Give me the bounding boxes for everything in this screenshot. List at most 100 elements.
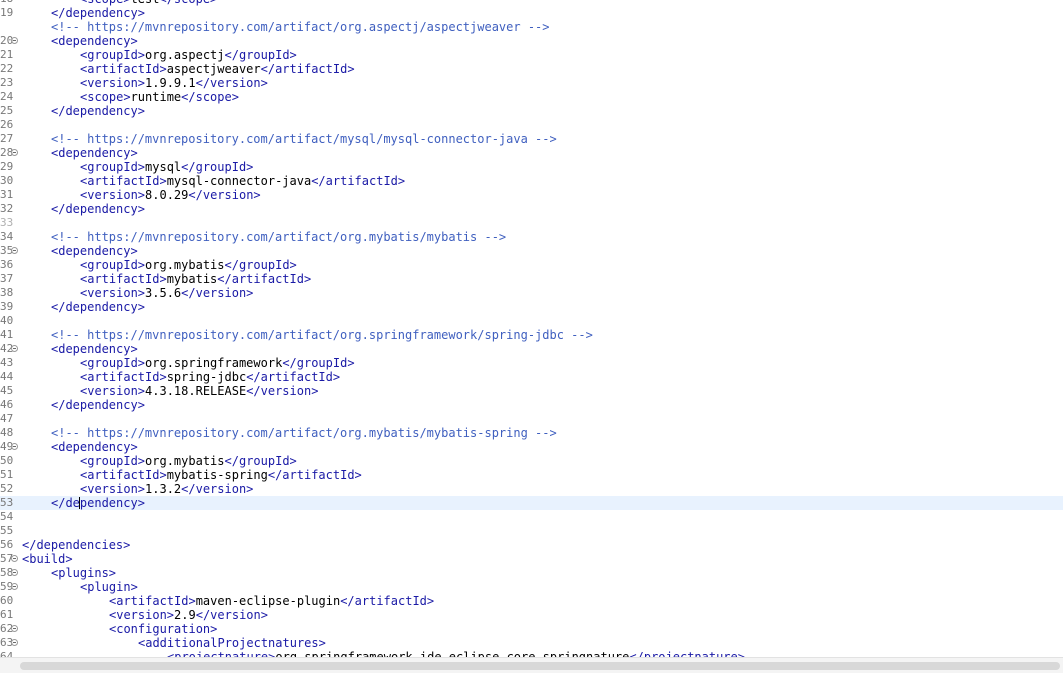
xml-comment: <!-- https://mvnrepository.com/artifact/… bbox=[51, 132, 557, 146]
xml-comment: <!-- https://mvnrepository.com/artifact/… bbox=[51, 328, 593, 342]
code-line[interactable]: 22 <artifactId>aspectjweaver</artifactId> bbox=[0, 62, 1063, 76]
xml-tag: <groupId> bbox=[80, 48, 146, 62]
line-number: 25 bbox=[0, 104, 14, 117]
xml-tag: </artifactId> bbox=[260, 62, 355, 76]
line-number: 22 bbox=[0, 62, 14, 75]
code-line[interactable]: 55 bbox=[0, 524, 1063, 538]
xml-text: spring-jdbc bbox=[166, 370, 247, 384]
code-line[interactable]: <!-- https://mvnrepository.com/artifact/… bbox=[0, 20, 1063, 34]
xml-editor[interactable]: 18<scope>test</scope>19</dependency><!--… bbox=[0, 0, 1063, 658]
xml-text: mybatis-spring bbox=[166, 468, 268, 482]
code-line[interactable]: 24 <scope>runtime</scope> bbox=[0, 90, 1063, 104]
code-line[interactable]: 35 <dependency> bbox=[0, 244, 1063, 258]
line-number: 30 bbox=[0, 174, 14, 187]
code-line[interactable]: 63 <additionalProjectnatures> bbox=[0, 636, 1063, 650]
code-line[interactable]: 57 <build> bbox=[0, 552, 1063, 566]
code-line[interactable]: 28 <dependency> bbox=[0, 146, 1063, 160]
line-number: 44 bbox=[0, 370, 14, 383]
code-line[interactable]: 26 bbox=[0, 118, 1063, 132]
line-number: 19 bbox=[0, 6, 14, 19]
xml-tag: <version> bbox=[80, 384, 146, 398]
fold-toggle-icon[interactable] bbox=[11, 247, 18, 254]
code-text: <dependency> bbox=[51, 146, 138, 160]
code-line[interactable]: 60 <artifactId>maven-eclipse-plugin</arti… bbox=[0, 594, 1063, 608]
code-line[interactable]: 29 <groupId>mysql</groupId> bbox=[0, 160, 1063, 174]
fold-toggle-icon[interactable] bbox=[11, 149, 18, 156]
code-line[interactable]: 33 bbox=[0, 216, 1063, 230]
fold-toggle-icon[interactable] bbox=[11, 583, 18, 590]
horizontal-scrollbar[interactable] bbox=[0, 657, 1063, 673]
xml-tag: </dependency> bbox=[51, 300, 145, 314]
xml-tag: </version> bbox=[195, 76, 268, 90]
line-number: 40 bbox=[0, 314, 14, 327]
code-text: </dependency> bbox=[51, 398, 145, 412]
line-number: 55 bbox=[0, 524, 14, 537]
code-line[interactable]: 56 </dependencies> bbox=[0, 538, 1063, 552]
fold-toggle-icon[interactable] bbox=[11, 345, 18, 352]
xml-tag: </version> bbox=[188, 188, 261, 202]
code-line[interactable]: 44 <artifactId>spring-jdbc</artifactId> bbox=[0, 370, 1063, 384]
code-line[interactable]: 19 </dependency> bbox=[0, 6, 1063, 20]
code-line[interactable]: 45 <version>4.3.18.RELEASE</version> bbox=[0, 384, 1063, 398]
code-line[interactable]: 46 </dependency> bbox=[0, 398, 1063, 412]
xml-tag: <version> bbox=[109, 608, 175, 622]
code-line[interactable]: 59 <plugin> bbox=[0, 580, 1063, 594]
code-line[interactable]: 61 <version>2.9</version> bbox=[0, 608, 1063, 622]
code-line[interactable]: 43 <groupId>org.springframework</groupId> bbox=[0, 356, 1063, 370]
line-number: 33 bbox=[0, 216, 14, 229]
code-line[interactable]: 51 <artifactId>mybatis-spring</artifactId… bbox=[0, 468, 1063, 482]
code-line[interactable]: 39 </dependency> bbox=[0, 300, 1063, 314]
code-text: <version>8.0.29</version> bbox=[80, 188, 261, 202]
xml-tag: <groupId> bbox=[80, 454, 146, 468]
fold-toggle-icon[interactable] bbox=[11, 443, 18, 450]
line-number: 34 bbox=[0, 230, 14, 243]
line-number: 53 bbox=[0, 496, 14, 509]
code-line[interactable]: 62 <configuration> bbox=[0, 622, 1063, 636]
xml-tag: </groupId> bbox=[224, 454, 297, 468]
code-line[interactable]: 32 </dependency> bbox=[0, 202, 1063, 216]
code-line[interactable]: 49 <dependency> bbox=[0, 440, 1063, 454]
xml-tag: <version> bbox=[80, 76, 146, 90]
code-text: <plugin> bbox=[80, 580, 138, 594]
code-line[interactable]: 38 <version>3.5.6</version> bbox=[0, 286, 1063, 300]
fold-toggle-icon[interactable] bbox=[11, 625, 18, 632]
line-number: 43 bbox=[0, 356, 14, 369]
code-line[interactable]: 37 <artifactId>mybatis</artifactId> bbox=[0, 272, 1063, 286]
code-line[interactable]: 53 </dependency> bbox=[0, 496, 1063, 510]
xml-tag: <artifactId> bbox=[80, 468, 167, 482]
code-line[interactable]: 50 <groupId>org.mybatis</groupId> bbox=[0, 454, 1063, 468]
line-number: 48 bbox=[0, 426, 14, 439]
xml-tag: <artifactId> bbox=[80, 174, 167, 188]
code-line[interactable]: 31 <version>8.0.29</version> bbox=[0, 188, 1063, 202]
code-line[interactable]: 48 <!-- https://mvnrepository.com/artifac… bbox=[0, 426, 1063, 440]
code-line[interactable]: 40 bbox=[0, 314, 1063, 328]
code-line[interactable]: 20 <dependency> bbox=[0, 34, 1063, 48]
code-line[interactable]: 34 <!-- https://mvnrepository.com/artifac… bbox=[0, 230, 1063, 244]
fold-toggle-icon[interactable] bbox=[11, 555, 18, 562]
code-line[interactable]: 54 bbox=[0, 510, 1063, 524]
line-number: 41 bbox=[0, 328, 14, 341]
code-line[interactable]: 42 <dependency> bbox=[0, 342, 1063, 356]
code-line[interactable]: 41 <!-- https://mvnrepository.com/artifac… bbox=[0, 328, 1063, 342]
code-line[interactable]: 58 <plugins> bbox=[0, 566, 1063, 580]
fold-toggle-icon[interactable] bbox=[11, 569, 18, 576]
code-line[interactable]: 36 <groupId>org.mybatis</groupId> bbox=[0, 258, 1063, 272]
code-text: <version>1.3.2</version> bbox=[80, 482, 253, 496]
code-line[interactable]: 23 <version>1.9.9.1</version> bbox=[0, 76, 1063, 90]
code-text: <!-- https://mvnrepository.com/artifact/… bbox=[51, 132, 557, 146]
line-number: 21 bbox=[0, 48, 14, 61]
fold-toggle-icon[interactable] bbox=[11, 37, 18, 44]
xml-comment: <!-- https://mvnrepository.com/artifact/… bbox=[51, 426, 557, 440]
xml-tag: </dependency> bbox=[51, 496, 145, 510]
fold-toggle-icon[interactable] bbox=[11, 639, 18, 646]
code-line[interactable]: 47 bbox=[0, 412, 1063, 426]
code-line[interactable]: 21 <groupId>org.aspectj</groupId> bbox=[0, 48, 1063, 62]
code-line[interactable]: 52 <version>1.3.2</version> bbox=[0, 482, 1063, 496]
line-number: 52 bbox=[0, 482, 14, 495]
code-line[interactable]: 25 </dependency> bbox=[0, 104, 1063, 118]
code-line[interactable]: 30 <artifactId>mysql-connector-java</arti… bbox=[0, 174, 1063, 188]
code-line[interactable]: 27 <!-- https://mvnrepository.com/artifac… bbox=[0, 132, 1063, 146]
scrollbar-thumb[interactable] bbox=[20, 662, 1060, 670]
xml-tag: <version> bbox=[80, 482, 146, 496]
xml-tag: <configuration> bbox=[109, 622, 218, 636]
